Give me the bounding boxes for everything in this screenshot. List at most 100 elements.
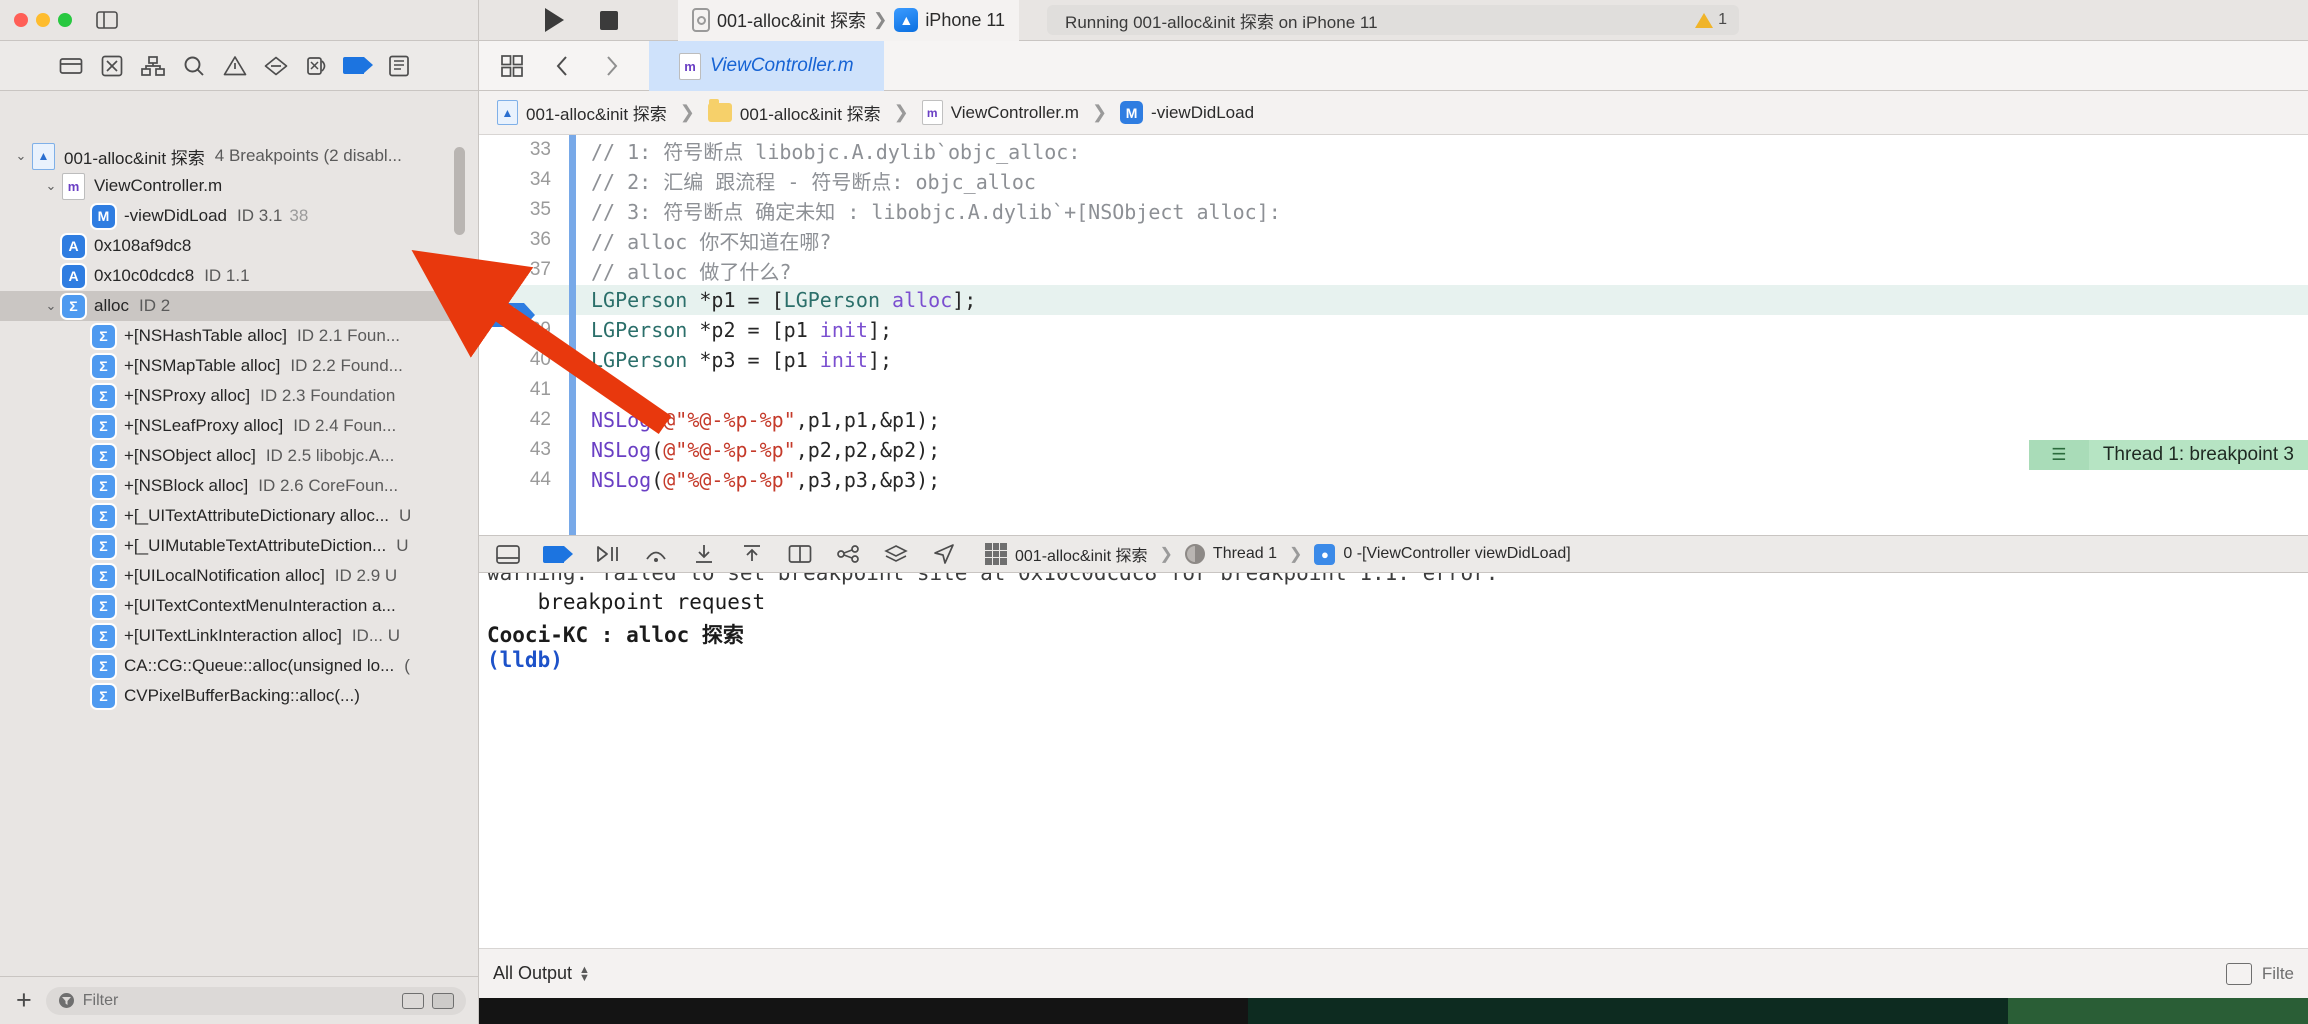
view-debug-icon[interactable] <box>787 541 813 567</box>
forward-icon[interactable] <box>597 51 627 81</box>
continue-icon[interactable] <box>595 541 621 567</box>
breakpoint-list[interactable]: ⌄ ▲ 001-alloc&init 探索 4 Breakpoints (2 disa… <box>0 135 478 976</box>
line-number-gutter[interactable]: 37 <box>479 259 569 281</box>
breakpoint-row[interactable]: Σ +[UITextLinkInteraction alloc] ID... U <box>0 621 478 651</box>
filter-toggle-right-icon[interactable] <box>432 992 454 1009</box>
warning-icon[interactable] <box>220 51 250 81</box>
location-icon[interactable] <box>931 541 957 567</box>
code-line[interactable]: 36 // alloc 你不知道在哪? <box>479 225 2308 255</box>
breadcrumb-item-folder[interactable]: 001-alloc&init 探索 <box>707 99 881 125</box>
code-line[interactable]: 42 NSLog(@"%@-%p-%p",p1,p1,&p1); <box>479 405 2308 435</box>
debug-crumb-thread[interactable]: Thread 1 <box>1213 545 1277 563</box>
code-line[interactable]: 41 <box>479 375 2308 405</box>
scheme-destination-control[interactable]: 001-alloc&init 探索 ❯ ▲ iPhone 11 <box>678 0 1020 41</box>
navigator-scrollbar[interactable] <box>454 147 465 235</box>
breakpoint-row[interactable]: Σ +[_UITextAttributeDictionary alloc... U <box>0 501 478 531</box>
breakpoint-row[interactable]: Σ +[_UIMutableTextAttributeDiction... U <box>0 531 478 561</box>
step-into-icon[interactable] <box>691 541 717 567</box>
line-number-gutter[interactable]: 33 <box>479 139 569 161</box>
breakpoint-row[interactable]: Σ +[NSHashTable alloc] ID 2.1 Foun... <box>0 321 478 351</box>
breakpoint-row[interactable]: A 0x10c0dcdc8 ID 1.1 <box>0 261 478 291</box>
breadcrumb-item-file[interactable]: m ViewController.m <box>921 100 1079 125</box>
line-number-gutter[interactable]: 40 <box>479 349 569 371</box>
minimize-window-button[interactable] <box>36 13 50 27</box>
run-button[interactable] <box>545 8 564 32</box>
add-breakpoint-button[interactable]: + <box>12 987 36 1014</box>
debug-breadcrumb[interactable]: 001-alloc&init 探索 ❯ Thread 1 ❯ ● 0 -[Vie… <box>985 542 1571 566</box>
navigator-selector-bar[interactable] <box>0 41 479 90</box>
stop-button[interactable] <box>600 10 618 30</box>
filter-toggle-left-icon[interactable] <box>402 992 424 1009</box>
memory-graph-icon[interactable] <box>835 541 861 567</box>
debug-crumb-process[interactable]: 001-alloc&init 探索 <box>1015 542 1148 566</box>
code-line[interactable]: 38 LGPerson *p1 = [LGPerson alloc]; <box>479 285 2308 327</box>
breakpoint-row[interactable]: Σ +[NSMapTable alloc] ID 2.2 Found... <box>0 351 478 381</box>
line-number-gutter[interactable]: 39 <box>479 319 569 341</box>
line-number-gutter[interactable]: 43 <box>479 439 569 461</box>
code-line[interactable]: 34 // 2: 汇编 跟流程 - 符号断点: objc_alloc <box>479 165 2308 195</box>
layers-icon[interactable] <box>883 541 909 567</box>
breadcrumb-item-method[interactable]: M -viewDidLoad <box>1120 101 1254 124</box>
console-output[interactable]: warning: failed to set breakpoint site a… <box>479 573 2308 948</box>
warning-indicator[interactable]: 1 <box>1695 11 1727 29</box>
breakpoint-activate-icon[interactable] <box>543 541 573 567</box>
code-line[interactable]: 40 LGPerson *p3 = [p1 init]; <box>479 345 2308 375</box>
breadcrumb[interactable]: ▲ 001-alloc&init 探索 ❯ 001-alloc&init 探索 … <box>479 91 2308 135</box>
breakpoint-row[interactable]: Σ +[NSBlock alloc] ID 2.6 CoreFoun... <box>0 471 478 501</box>
breakpoint-row[interactable]: Σ +[UITextContextMenuInteraction a... <box>0 591 478 621</box>
toggle-navigator-icon[interactable] <box>94 9 120 31</box>
search-icon[interactable] <box>179 51 209 81</box>
editor-nav-controls[interactable] <box>479 41 649 90</box>
breakpoint-row[interactable]: Σ +[UILocalNotification alloc] ID 2.9 U <box>0 561 478 591</box>
line-number-gutter[interactable]: 35 <box>479 199 569 221</box>
close-window-button[interactable] <box>14 13 28 27</box>
window-controls[interactable] <box>14 13 72 27</box>
debug-bar[interactable]: 001-alloc&init 探索 ❯ Thread 1 ❯ ● 0 -[Vie… <box>479 535 2308 573</box>
code-line[interactable]: 37 // alloc 做了什么? <box>479 255 2308 285</box>
breakpoint-row[interactable]: ⌄ ▲ 001-alloc&init 探索 4 Breakpoints (2 disa… <box>0 141 478 171</box>
code-line[interactable]: 39 LGPerson *p2 = [p1 init]; <box>479 315 2308 345</box>
line-number-gutter[interactable]: 34 <box>479 169 569 191</box>
breakpoint-row[interactable]: ⌄ Σalloc ID 2 <box>0 291 478 321</box>
chevron-down-icon[interactable]: ⌄ <box>10 148 32 164</box>
step-out-icon[interactable] <box>739 541 765 567</box>
breakpoint-row[interactable]: ⌄ m ViewController.m <box>0 171 478 201</box>
breakpoint-row[interactable]: Σ +[NSLeafProxy alloc] ID 2.4 Foun... <box>0 411 478 441</box>
breakpoint-row[interactable]: M -viewDidLoad ID 3.1 38 <box>0 201 478 231</box>
breakpoint-row[interactable]: Σ CVPixelBufferBacking::alloc(...) <box>0 681 478 711</box>
debug-icon[interactable] <box>302 51 332 81</box>
tab-grid-icon[interactable] <box>497 51 527 81</box>
breakpoint-row[interactable]: Σ CA::CG::Queue::alloc(unsigned lo... ( <box>0 651 478 681</box>
breakpoint-row[interactable]: Σ +[NSProxy alloc] ID 2.3 Foundation <box>0 381 478 411</box>
debug-crumb-frame[interactable]: 0 -[ViewController viewDidLoad] <box>1343 545 1570 563</box>
folder-icon[interactable] <box>56 51 86 81</box>
hierarchy-icon[interactable] <box>138 51 168 81</box>
source-control-icon[interactable] <box>97 51 127 81</box>
editor-tab-viewcontroller[interactable]: m ViewController.m <box>649 41 884 91</box>
console-toggle-icon[interactable] <box>495 541 521 567</box>
line-number-gutter[interactable]: 42 <box>479 409 569 431</box>
breakpoint-row[interactable]: A 0x108af9dc8 <box>0 231 478 261</box>
test-icon[interactable] <box>261 51 291 81</box>
chevron-down-icon[interactable]: ⌄ <box>40 178 62 194</box>
output-filter-select[interactable]: All Output ▲ ▼ <box>493 963 590 984</box>
breadcrumb-item-project[interactable]: ▲ 001-alloc&init 探索 <box>497 100 667 125</box>
report-icon[interactable] <box>384 51 414 81</box>
thread-annotation[interactable]: ☰ Thread 1: breakpoint 3 <box>2028 440 2308 470</box>
step-over-icon[interactable] <box>643 541 669 567</box>
zoom-window-button[interactable] <box>58 13 72 27</box>
source-editor[interactable]: 33 // 1: 符号断点 libobjc.A.dylib`objc_alloc:… <box>479 135 2308 535</box>
scheme-label[interactable]: 001-alloc&init 探索 <box>717 7 866 33</box>
code-line[interactable]: 33 // 1: 符号断点 libobjc.A.dylib`objc_alloc: <box>479 135 2308 165</box>
breakpoint-row[interactable]: Σ +[NSObject alloc] ID 2.5 libobjc.A... <box>0 441 478 471</box>
annotation-grip-icon[interactable]: ☰ <box>2028 440 2089 470</box>
line-number-gutter[interactable]: 44 <box>479 469 569 491</box>
line-number-gutter[interactable]: 41 <box>479 379 569 401</box>
filter-field[interactable]: Filter <box>45 986 466 1015</box>
destination-label[interactable]: iPhone 11 <box>925 10 1005 31</box>
console-footer-right[interactable]: Filte <box>2225 962 2294 985</box>
clear-console-icon[interactable] <box>2225 962 2252 985</box>
run-stop-group[interactable] <box>479 8 618 32</box>
back-icon[interactable] <box>547 51 577 81</box>
breakpoint-navigator-icon[interactable] <box>343 51 373 81</box>
